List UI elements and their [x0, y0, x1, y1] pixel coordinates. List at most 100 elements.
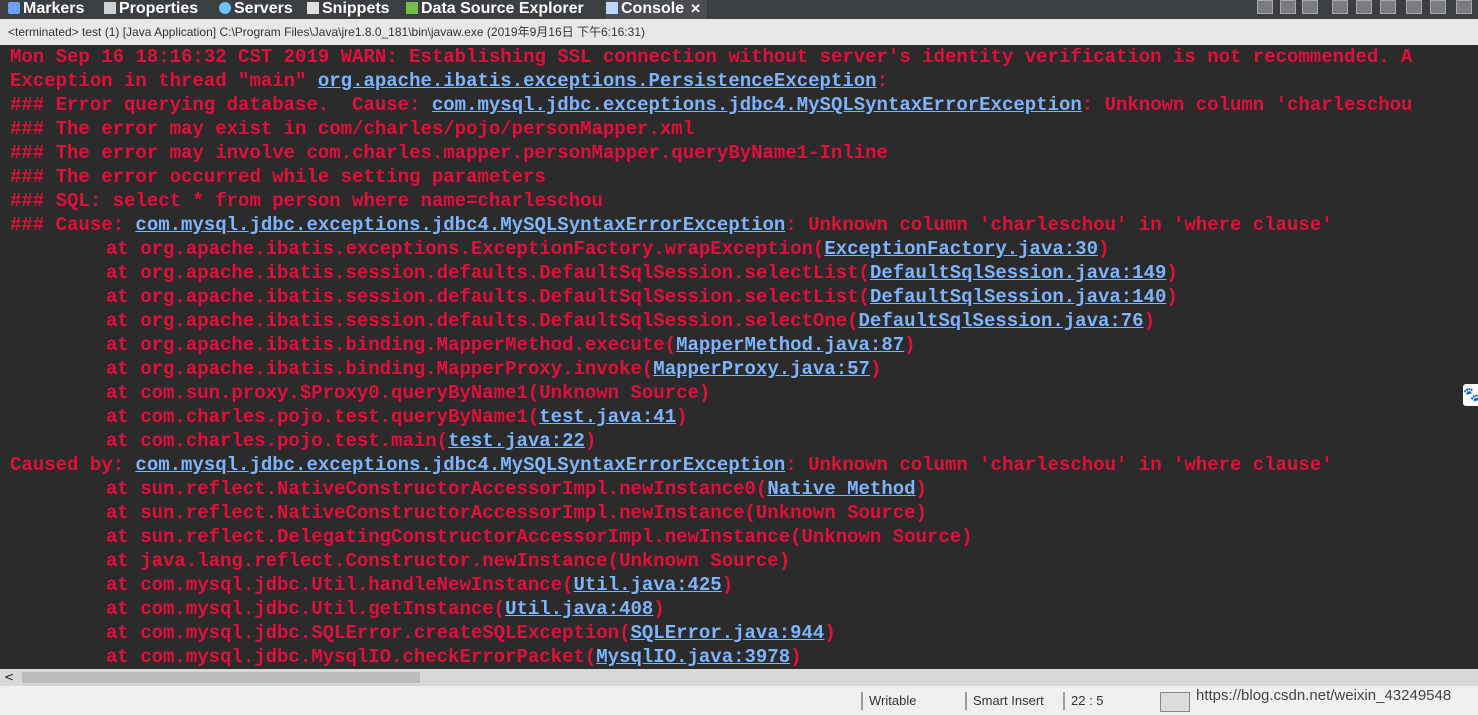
- console-text: ### The error may involve com.charles.ma…: [10, 142, 888, 164]
- console-line: ### Cause: com.mysql.jdbc.exceptions.jdb…: [10, 213, 1333, 237]
- status-bar: Writable Smart Insert 22 : 5 https://blo…: [0, 686, 1478, 715]
- console-text: at org.apache.ibatis.binding.MapperMetho…: [106, 334, 677, 356]
- console-link[interactable]: com.mysql.jdbc.exceptions.jdbc4.MySQLSyn…: [432, 94, 1082, 116]
- console-text: :: [876, 70, 888, 92]
- snippets-icon: [307, 2, 319, 14]
- console-line: ### The error may involve com.charles.ma…: [10, 141, 888, 165]
- status-position: 22 : 5: [1063, 692, 1104, 710]
- console-text: ### The error may exist in com/charles/p…: [10, 118, 695, 140]
- watermark-url: https://blog.csdn.net/weixin_43249548: [1196, 687, 1452, 704]
- console-text: ### SQL: select * from person where name…: [10, 190, 603, 212]
- tab-servers[interactable]: Servers: [219, 0, 293, 19]
- display-console-icon[interactable]: [1430, 0, 1446, 14]
- tab-snippets[interactable]: Snippets: [307, 0, 390, 19]
- console-line: at org.apache.ibatis.binding.MapperProxy…: [106, 357, 881, 381]
- tab-markers[interactable]: Markers: [8, 0, 84, 19]
- console-text: at com.mysql.jdbc.Util.handleNewInstance…: [106, 574, 574, 596]
- console-link[interactable]: ExceptionFactory.java:30: [824, 238, 1098, 260]
- console-line: at org.apache.ibatis.session.defaults.De…: [106, 285, 1178, 309]
- terminate-icon[interactable]: [1280, 0, 1296, 14]
- console-text: : Unknown column 'charleschou: [1081, 94, 1413, 116]
- tab-label: Data Source Explorer: [421, 0, 584, 17]
- horizontal-scrollbar[interactable]: <: [0, 669, 1478, 686]
- scrollbar-thumb[interactable]: [22, 672, 420, 683]
- status-insert-mode: Smart Insert: [965, 692, 1044, 710]
- console-link[interactable]: MapperProxy.java:57: [653, 358, 870, 380]
- console-line: at sun.reflect.NativeConstructorAccessor…: [106, 477, 927, 501]
- console-link[interactable]: SQLError.java:944: [631, 622, 825, 644]
- console-link[interactable]: Util.java:425: [573, 574, 721, 596]
- console-text: at org.apache.ibatis.session.defaults.De…: [106, 310, 859, 332]
- console-line: at sun.reflect.DelegatingConstructorAcce…: [106, 525, 973, 549]
- console-link[interactable]: DefaultSqlSession.java:140: [870, 286, 1166, 308]
- console-line: ### The error occurred while setting par…: [10, 165, 546, 189]
- console-line: at com.charles.pojo.test.main(test.java:…: [106, 429, 596, 453]
- remove-launch-icon[interactable]: [1302, 0, 1318, 14]
- console-text: at sun.reflect.DelegatingConstructorAcce…: [106, 526, 973, 548]
- console-line: Mon Sep 16 18:16:32 CST 2019 WARN: Estab…: [10, 45, 1412, 69]
- console-text: ): [915, 478, 927, 500]
- console-link[interactable]: MysqlIO.java:3978: [596, 646, 790, 668]
- data-source-icon: [406, 2, 418, 14]
- tab-properties[interactable]: Properties: [104, 0, 198, 19]
- console-text: at org.apache.ibatis.session.defaults.De…: [106, 286, 870, 308]
- console-link[interactable]: Native Method: [767, 478, 915, 500]
- console-link[interactable]: Util.java:408: [505, 598, 653, 620]
- tab-label: Properties: [119, 0, 199, 17]
- console-text: Mon Sep 16 18:16:32 CST 2019 WARN: Estab…: [10, 46, 1413, 68]
- console-line: at sun.reflect.NativeConstructorAccessor…: [106, 501, 927, 525]
- console-text: : Unknown column 'charleschou' in 'where…: [785, 454, 1333, 476]
- console-text: : Unknown column 'charleschou' in 'where…: [785, 214, 1333, 236]
- console-text: at org.apache.ibatis.exceptions.Exceptio…: [106, 238, 825, 260]
- console-text: ): [676, 406, 688, 428]
- console-link[interactable]: test.java:41: [539, 406, 676, 428]
- status-writable: Writable: [861, 692, 916, 710]
- console-line: ### SQL: select * from person where name…: [10, 189, 603, 213]
- markers-icon: [8, 2, 20, 14]
- tab-data-source-explorer[interactable]: Data Source Explorer: [406, 0, 584, 19]
- console-link[interactable]: com.mysql.jdbc.exceptions.jdbc4.MySQLSyn…: [135, 454, 785, 476]
- console-link[interactable]: org.apache.ibatis.exceptions.Persistence…: [318, 70, 877, 92]
- close-icon[interactable]: ✕: [690, 1, 701, 16]
- console-line: Exception in thread "main" org.apache.ib…: [10, 69, 888, 93]
- console-text: at com.sun.proxy.$Proxy0.queryByName1(Un…: [106, 382, 711, 404]
- console-link[interactable]: com.mysql.jdbc.exceptions.jdbc4.MySQLSyn…: [135, 214, 785, 236]
- pin-console-icon[interactable]: [1406, 0, 1422, 14]
- tab-console[interactable]: Console ✕: [606, 0, 708, 19]
- console-text: Exception in thread "main": [10, 70, 318, 92]
- clear-console-icon[interactable]: [1332, 0, 1348, 14]
- paw-icon[interactable]: 🐾: [1463, 384, 1478, 406]
- word-wrap-icon[interactable]: [1380, 0, 1396, 14]
- console-text: at sun.reflect.NativeConstructorAccessor…: [106, 478, 768, 500]
- console-line: at com.charles.pojo.test.queryByName1(te…: [106, 405, 688, 429]
- minimize-icon[interactable]: [1257, 0, 1273, 14]
- console-text: at com.charles.pojo.test.main(: [106, 430, 449, 452]
- console-link[interactable]: DefaultSqlSession.java:76: [859, 310, 1144, 332]
- console-text: ): [1166, 286, 1178, 308]
- console-text: at java.lang.reflect.Constructor.newInst…: [106, 550, 791, 572]
- launch-info: <terminated> test (1) [Java Application]…: [0, 19, 1478, 45]
- console-text: at sun.reflect.NativeConstructorAccessor…: [106, 502, 927, 524]
- console-output[interactable]: Mon Sep 16 18:16:32 CST 2019 WARN: Estab…: [0, 45, 1466, 669]
- console-line: at com.mysql.jdbc.Util.getInstance(Util.…: [106, 597, 665, 621]
- console-text: ): [1166, 262, 1178, 284]
- console-link[interactable]: DefaultSqlSession.java:149: [870, 262, 1166, 284]
- tab-label: Console: [621, 0, 685, 17]
- console-text: ): [1097, 238, 1110, 260]
- console-link[interactable]: test.java:22: [448, 430, 585, 452]
- console-text: ): [904, 334, 916, 356]
- console-link[interactable]: MapperMethod.java:87: [676, 334, 904, 356]
- tab-label: Servers: [234, 0, 293, 17]
- console-line: at org.apache.ibatis.binding.MapperMetho…: [106, 333, 916, 357]
- console-text: ### Cause:: [10, 214, 136, 236]
- console-text: ): [869, 358, 882, 380]
- status-icon[interactable]: [1160, 692, 1190, 712]
- console-text: ### Error querying database. Cause:: [10, 94, 432, 116]
- console-line: at com.mysql.jdbc.Util.handleNewInstance…: [106, 573, 733, 597]
- servers-icon: [219, 2, 231, 14]
- scroll-lock-icon[interactable]: [1356, 0, 1372, 14]
- properties-icon: [104, 2, 116, 14]
- console-line: Caused by: com.mysql.jdbc.exceptions.jdb…: [10, 453, 1333, 477]
- scroll-left-arrow[interactable]: <: [4, 669, 14, 686]
- open-console-icon[interactable]: [1456, 0, 1472, 14]
